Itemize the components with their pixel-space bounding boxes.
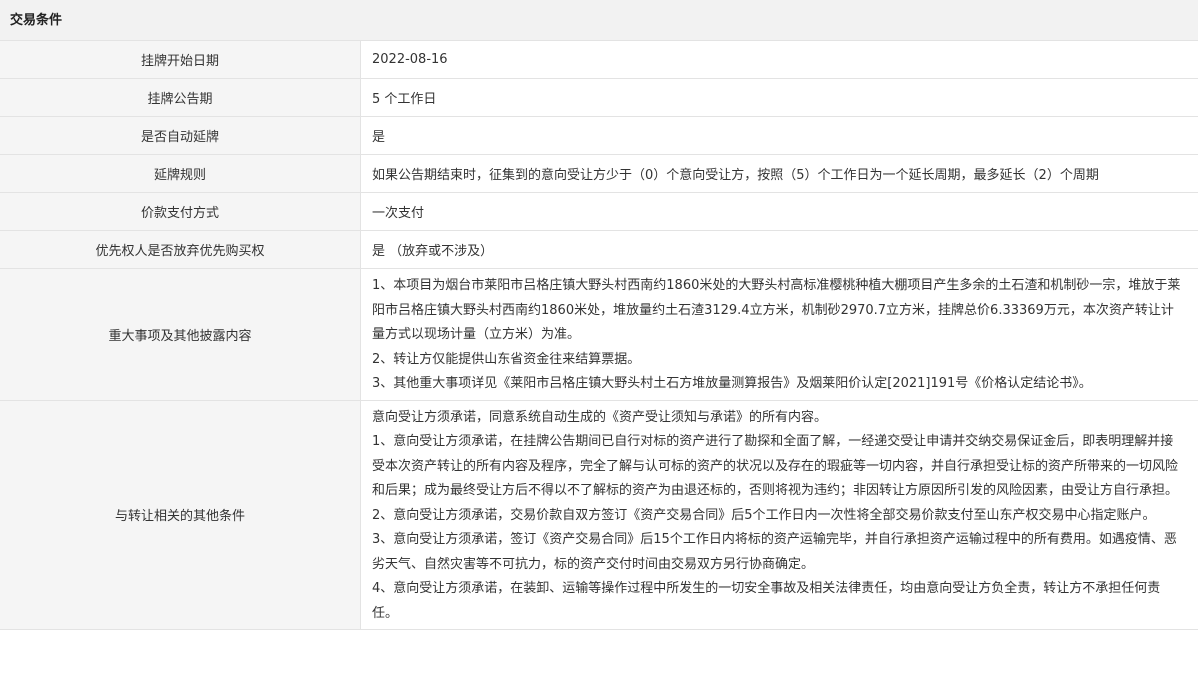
table-row: 延牌规则 如果公告期结束时，征集到的意向受让方少于（0）个意向受让方，按照（5）… <box>0 154 1198 193</box>
other-conditions-paragraph: 2、意向受让方须承诺，交易价款自双方签订《资产交易合同》后5个工作日内一次性将全… <box>372 507 1156 523</box>
section-title: 交易条件 <box>0 0 1198 41</box>
major-matters-paragraph: 2、转让方仅能提供山东省资金往来结算票据。 <box>372 351 641 367</box>
other-conditions-paragraph: 意向受让方须承诺，同意系统自动生成的《资产受让须知与承诺》的所有内容。 <box>372 409 828 425</box>
other-conditions-paragraph: 4、意向受让方须承诺，在装卸、运输等操作过程中所发生的一切安全事故及相关法律责任… <box>372 581 1161 621</box>
major-matters-paragraph: 3、其他重大事项详见《莱阳市吕格庄镇大野头村土石方堆放量测算报告》及烟莱阳价认定… <box>372 376 1092 391</box>
row-label-payment-method: 价款支付方式 <box>0 192 361 231</box>
table-row: 与转让相关的其他条件 意向受让方须承诺，同意系统自动生成的《资产受让须知与承诺》… <box>0 400 1198 630</box>
table-row: 挂牌公告期 5 个工作日 <box>0 78 1198 117</box>
table-row: 优先权人是否放弃优先购买权 是 （放弃或不涉及） <box>0 230 1198 269</box>
row-label-major-matters: 重大事项及其他披露内容 <box>0 268 361 401</box>
other-conditions-paragraph: 1、意向受让方须承诺，在挂牌公告期间已自行对标的资产进行了勘探和全面了解，一经递… <box>372 434 1179 498</box>
row-value-other-conditions: 意向受让方须承诺，同意系统自动生成的《资产受让须知与承诺》的所有内容。 1、意向… <box>360 400 1198 630</box>
row-label-other-conditions: 与转让相关的其他条件 <box>0 400 361 630</box>
row-value-preemptive-right: 是 （放弃或不涉及） <box>360 230 1198 269</box>
row-label-notice-period: 挂牌公告期 <box>0 78 361 117</box>
row-label-preemptive-right: 优先权人是否放弃优先购买权 <box>0 230 361 269</box>
trade-conditions-table: 挂牌开始日期 2022-08-16 挂牌公告期 5 个工作日 是否自动延牌 是 … <box>0 41 1198 630</box>
table-row: 挂牌开始日期 2022-08-16 <box>0 41 1198 79</box>
row-value-extend-rule: 如果公告期结束时，征集到的意向受让方少于（0）个意向受让方，按照（5）个工作日为… <box>360 154 1198 193</box>
table-row: 重大事项及其他披露内容 1、本项目为烟台市莱阳市吕格庄镇大野头村西南约1860米… <box>0 268 1198 401</box>
major-matters-paragraph: 1、本项目为烟台市莱阳市吕格庄镇大野头村西南约1860米处的大野头村高标准樱桃种… <box>372 278 1181 342</box>
other-conditions-paragraph: 3、意向受让方须承诺，签订《资产交易合同》后15个工作日内将标的资产运输完毕，并… <box>372 532 1177 572</box>
row-label-start-date: 挂牌开始日期 <box>0 41 361 79</box>
row-label-auto-extend: 是否自动延牌 <box>0 116 361 155</box>
row-value-auto-extend: 是 <box>360 116 1198 155</box>
table-row: 是否自动延牌 是 <box>0 116 1198 155</box>
row-value-payment-method: 一次支付 <box>360 192 1198 231</box>
table-row: 价款支付方式 一次支付 <box>0 192 1198 231</box>
row-value-major-matters: 1、本项目为烟台市莱阳市吕格庄镇大野头村西南约1860米处的大野头村高标准樱桃种… <box>360 268 1198 401</box>
row-label-extend-rule: 延牌规则 <box>0 154 361 193</box>
row-value-start-date: 2022-08-16 <box>360 41 1198 79</box>
row-value-notice-period: 5 个工作日 <box>360 78 1198 117</box>
